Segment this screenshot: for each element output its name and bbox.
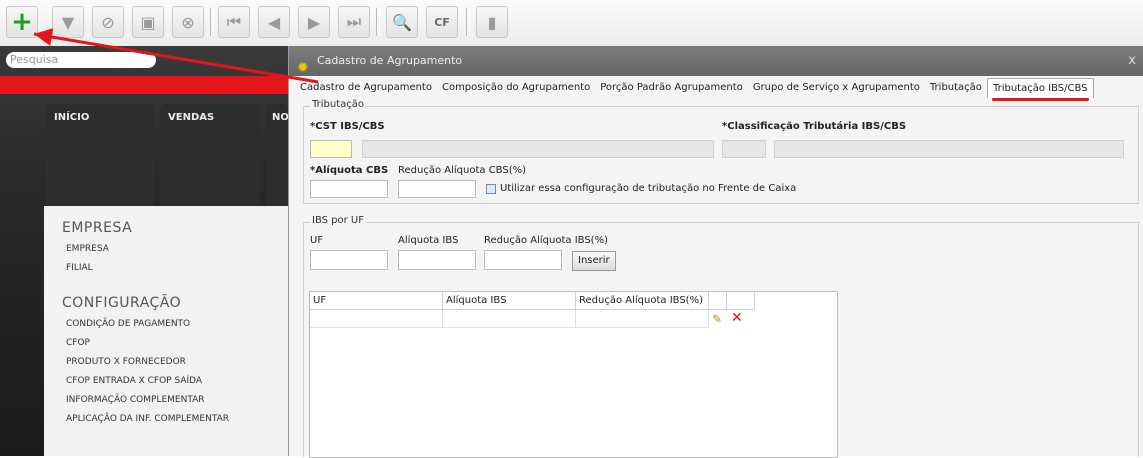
side-menu: EMPRESA EMPRESA FILIAL CONFIGURAÇÃO COND…	[44, 206, 288, 456]
tab-grupo-servico[interactable]: Grupo de Serviço x Agrupamento	[748, 78, 925, 98]
menu-section-configuracao: CONFIGURAÇÃO	[62, 295, 182, 311]
delete-icon[interactable]: ⊗	[172, 6, 204, 38]
frente-caixa-label: Utilizar essa configuração de tributação…	[500, 183, 797, 194]
cst-description-field	[362, 140, 714, 158]
reducao-ibs-label: Redução Alíquota IBS(%)	[484, 235, 608, 246]
cst-label: *CST IBS/CBS	[310, 121, 385, 132]
ibs-uf-legend: IBS por UF	[310, 215, 366, 226]
classificacao-label: *Classificação Tributária IBS/CBS	[722, 121, 907, 132]
tab-tributacao[interactable]: Tributação	[925, 78, 987, 98]
reducao-cbs-input[interactable]	[398, 180, 476, 198]
menu-section-empresa: EMPRESA	[62, 220, 133, 236]
cst-code-input[interactable]	[310, 140, 352, 158]
add-icon[interactable]: +	[6, 6, 38, 38]
search-icon[interactable]: 🔍	[386, 6, 418, 38]
menu-item-produto-fornecedor[interactable]: PRODUTO X FORNECEDOR	[66, 357, 288, 367]
dialog-title: Cadastro de Agrupamento	[317, 54, 463, 67]
delete-row-icon[interactable]: ✕	[731, 310, 743, 326]
print-icon[interactable]: ▮	[476, 6, 508, 38]
left-panel: Pesquisa INÍCIO VENDAS NO EMPRESA EMPRES…	[0, 46, 289, 456]
grid-header-aliquota[interactable]: Alíquota IBS	[443, 292, 576, 310]
cancel-icon[interactable]: ⊘	[92, 6, 124, 38]
ibs-uf-grid: UF Alíquota IBS Redução Alíquota IBS(%) …	[309, 291, 838, 458]
aliquota-cbs-input[interactable]	[310, 180, 388, 198]
classificacao-code-field	[722, 140, 766, 158]
frente-caixa-checkbox[interactable]	[486, 184, 496, 194]
grid-cell[interactable]	[443, 310, 576, 328]
grid-header-edit	[709, 292, 727, 310]
search-input[interactable]: Pesquisa	[6, 52, 156, 68]
reducao-cbs-label: Redução Alíquota CBS(%)	[398, 165, 527, 176]
filter-icon[interactable]: ▼	[52, 6, 84, 38]
tributacao-group: Tributação *CST IBS/CBS *Classificação T…	[303, 99, 1139, 204]
toolbar-separator	[466, 8, 470, 36]
menu-item-filial[interactable]: FILIAL	[66, 263, 288, 273]
aliquota-cbs-label: *Alíquota CBS	[310, 165, 389, 176]
main-toolbar: + ▼ ⊘ ▣ ⊗ ⏮ ◀ ▶ ⏭ 🔍 CF ▮	[0, 0, 1143, 47]
uf-input[interactable]	[310, 250, 388, 270]
menu-item-cfop[interactable]: CFOP	[66, 338, 288, 348]
inserir-button[interactable]: Inserir	[572, 251, 616, 271]
reducao-ibs-input[interactable]	[484, 250, 562, 270]
aliquota-ibs-label: Alíquota IBS	[398, 235, 459, 246]
menu-item-condicao-pagamento[interactable]: CONDIÇÃO DE PAGAMENTO	[66, 319, 288, 329]
menu-item-aplicacao-inf-complementar[interactable]: APLICAÇÃO DA INF. COMPLEMENTAR	[66, 414, 288, 424]
close-icon[interactable]: x	[1128, 46, 1136, 76]
menu-item-empresa[interactable]: EMPRESA	[66, 244, 288, 254]
aliquota-ibs-input[interactable]	[398, 250, 476, 270]
last-icon[interactable]: ⏭	[338, 6, 370, 38]
tab-bar: Cadastro de Agrupamento Composição do Ag…	[295, 78, 1094, 101]
tributacao-legend: Tributação	[310, 99, 367, 110]
grid-header-uf[interactable]: UF	[310, 292, 443, 310]
toolbar-separator	[376, 8, 380, 36]
grid-header-reducao[interactable]: Redução Alíquota IBS(%)	[576, 292, 709, 310]
grid-cell[interactable]	[576, 310, 709, 328]
first-icon[interactable]: ⏮	[218, 6, 250, 38]
prev-icon[interactable]: ◀	[258, 6, 290, 38]
menu-item-cfop-entrada-saida[interactable]: CFOP ENTRADA X CFOP SAÍDA	[66, 376, 288, 386]
tab-composicao-agrupamento[interactable]: Composição do Agrupamento	[437, 78, 595, 98]
save-icon[interactable]: ▣	[132, 6, 164, 38]
edit-icon[interactable]: ✎	[712, 312, 722, 326]
next-icon[interactable]: ▶	[298, 6, 330, 38]
tab-porcao-padrao[interactable]: Porção Padrão Agrupamento	[595, 78, 748, 98]
uf-label: UF	[310, 235, 324, 246]
tab-tributacao-ibs-cbs[interactable]: Tributação IBS/CBS	[986, 78, 1094, 101]
grid-header-delete	[727, 292, 755, 310]
dialog-titlebar[interactable]: ✹ Cadastro de Agrupamento x	[289, 46, 1143, 76]
grid-cell[interactable]	[310, 310, 443, 328]
cfop-icon[interactable]: CF	[426, 6, 458, 38]
classificacao-description-field	[774, 140, 1124, 158]
toolbar-separator	[210, 8, 214, 36]
red-bar	[0, 76, 288, 94]
cadastro-agrupamento-dialog: ✹ Cadastro de Agrupamento x Cadastro de …	[288, 46, 1143, 458]
tab-cadastro-agrupamento[interactable]: Cadastro de Agrupamento	[295, 78, 437, 98]
menu-item-informacao-complementar[interactable]: INFORMAÇÃO COMPLEMENTAR	[66, 395, 288, 405]
